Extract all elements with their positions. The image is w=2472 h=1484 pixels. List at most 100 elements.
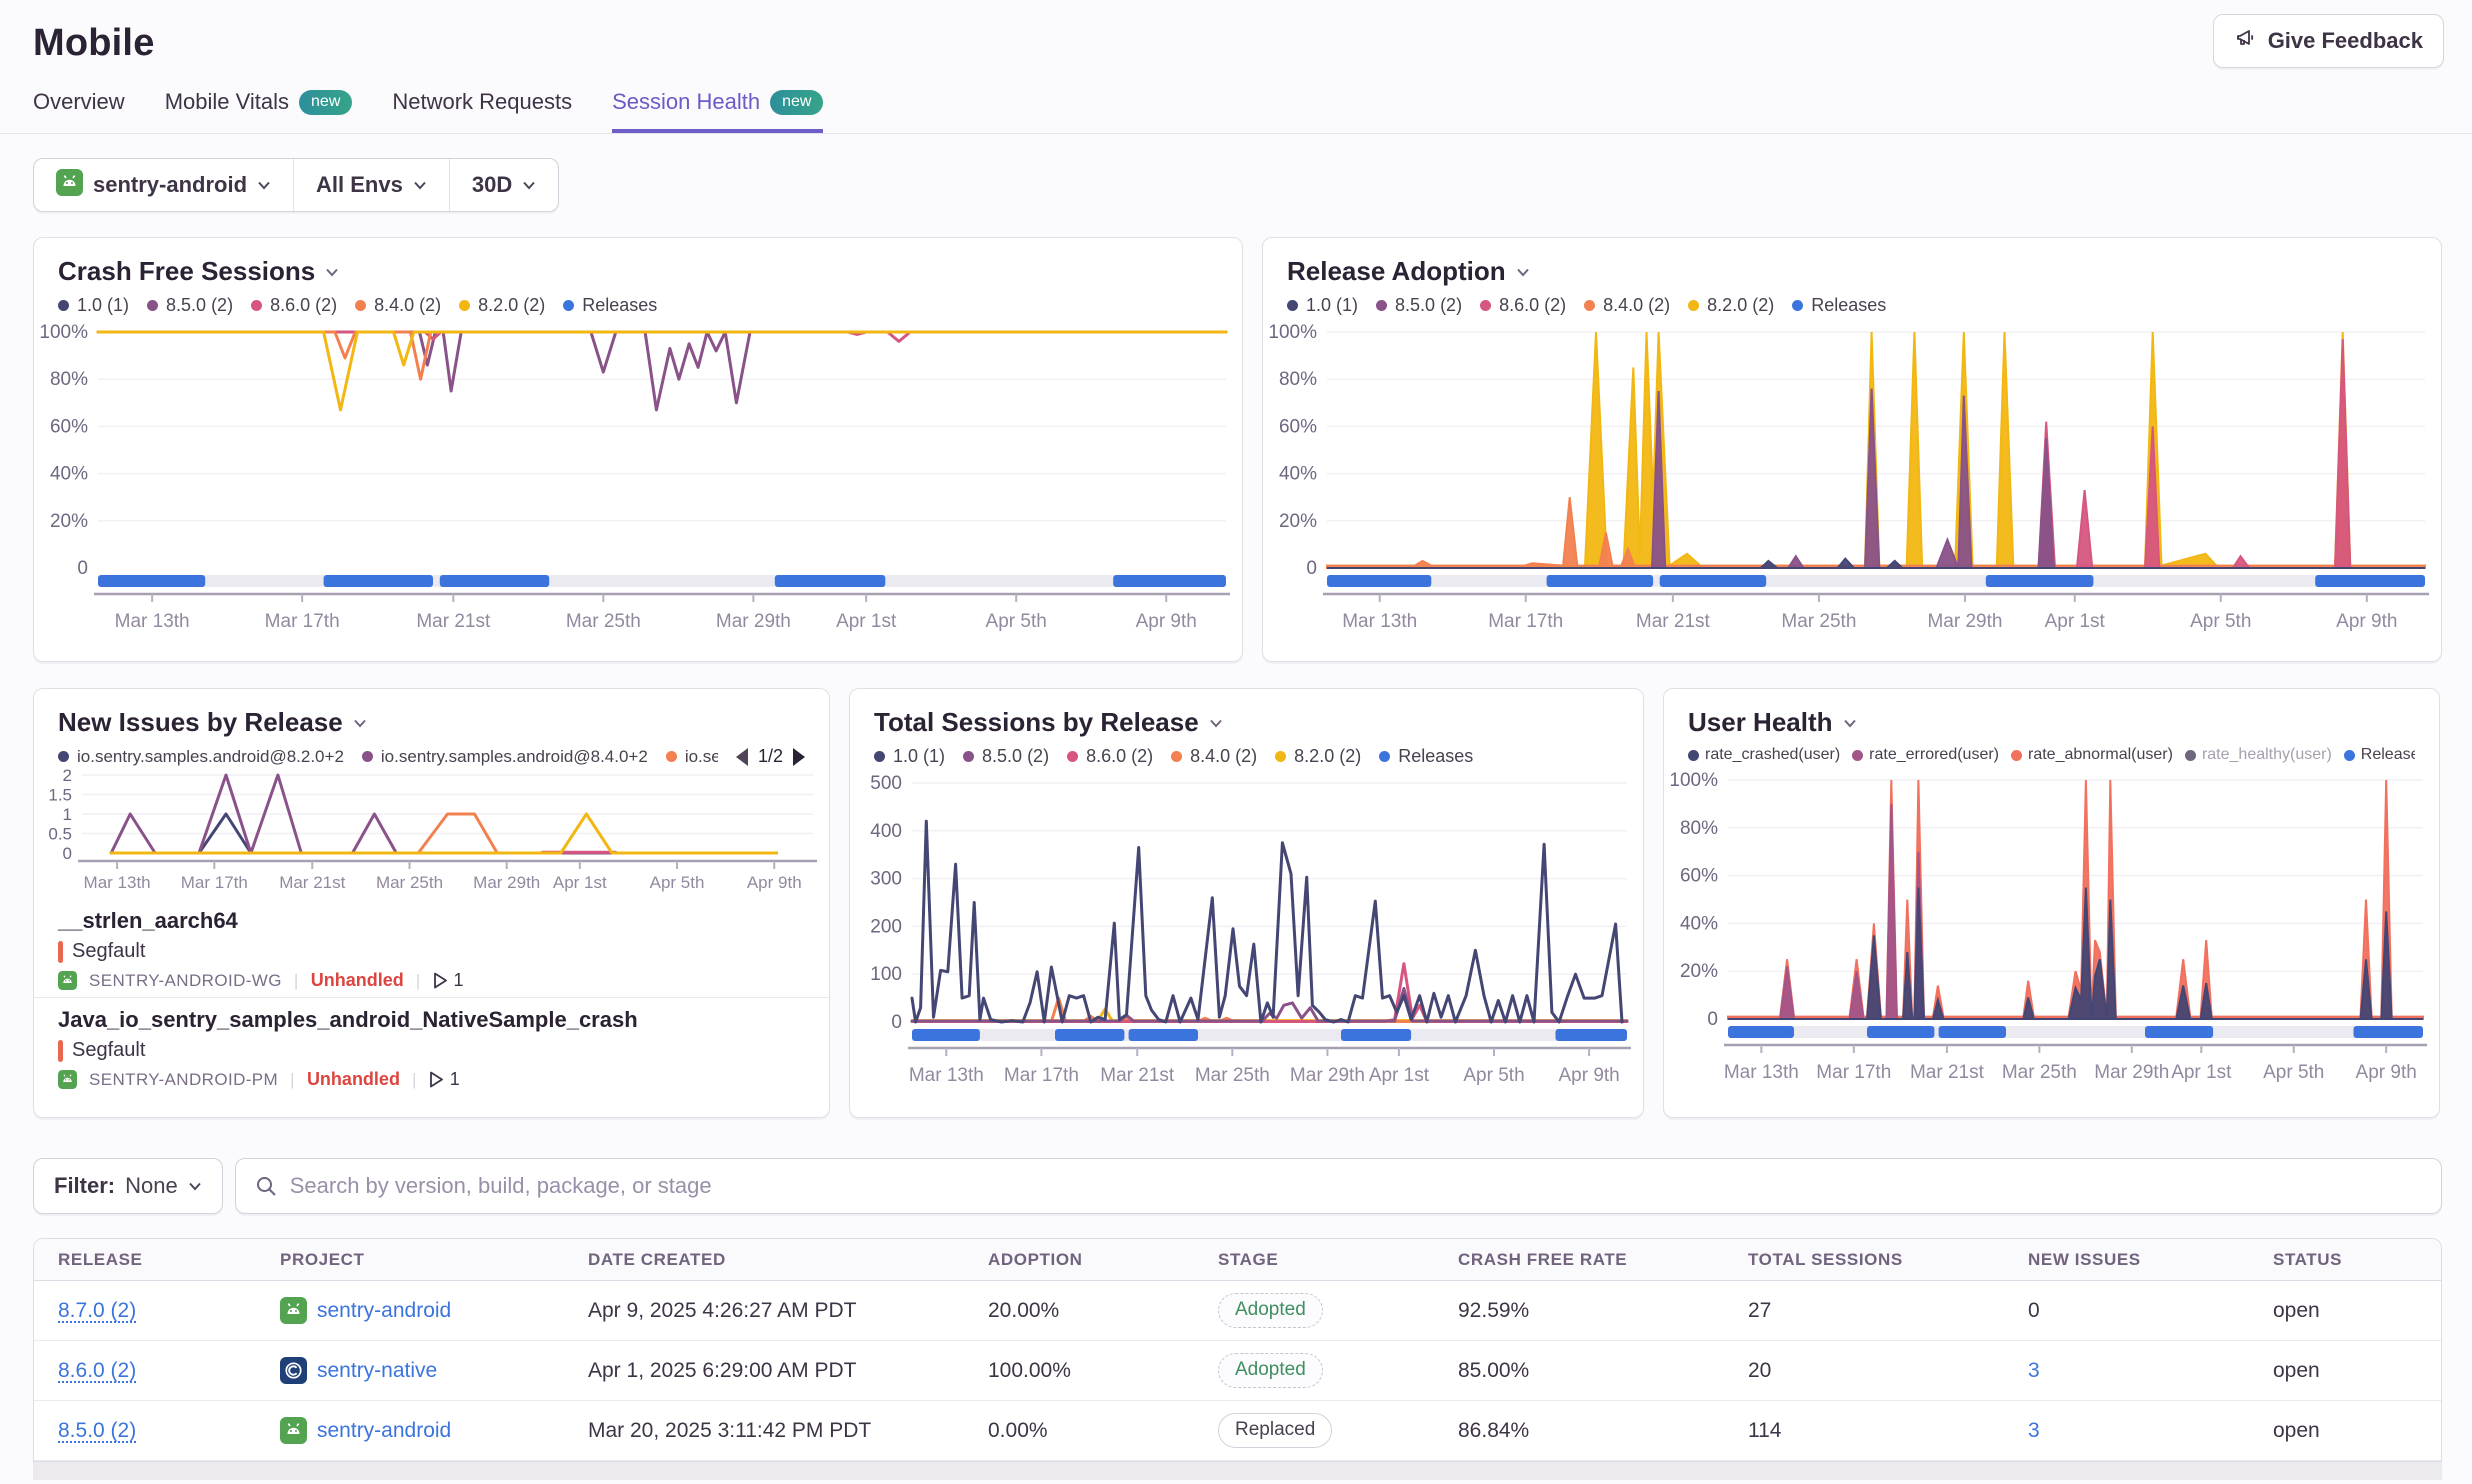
table-row[interactable]: 8.7.0 (2) sentry-android Apr 9, 2025 4:2…	[34, 1281, 2441, 1341]
legend-dot-icon	[1852, 750, 1863, 761]
release-version-link[interactable]: 8.6.0 (2)	[58, 1359, 136, 1383]
legend-item[interactable]: Releases	[1792, 295, 1886, 316]
release-version-link[interactable]: 8.5.0 (2)	[58, 1419, 136, 1443]
svg-text:Mar 13th: Mar 13th	[84, 873, 151, 892]
legend-item[interactable]: Releases	[1379, 746, 1473, 767]
legend-dot-icon	[1376, 300, 1387, 311]
legend-item[interactable]: rate_healthy(user)	[2185, 746, 2332, 764]
environment-selector[interactable]: All Envs	[293, 159, 449, 211]
legend-item[interactable]: 1.0 (1)	[1287, 295, 1358, 316]
table-column-header[interactable]: STATUS	[2249, 1250, 2441, 1270]
legend-item[interactable]: io.sentry.samples.android@8.2.0+2	[58, 747, 344, 767]
chevron-down-icon[interactable]	[1843, 716, 1857, 730]
status-cell: open	[2249, 1359, 2441, 1383]
new-issues-cell[interactable]: 3	[2028, 1419, 2040, 1443]
legend-item[interactable]: rate_errored(user)	[1852, 746, 1999, 764]
svg-text:40%: 40%	[50, 464, 88, 485]
chevron-down-icon[interactable]	[1516, 265, 1530, 279]
new-issues-chart[interactable]: 21.510.50Mar 13thMar 17thMar 21stMar 25t…	[34, 767, 829, 899]
table-body: 8.7.0 (2) sentry-android Apr 9, 2025 4:2…	[34, 1281, 2441, 1461]
user-health-panel: User Health rate_crashed(user) rate_erro…	[1663, 688, 2440, 1118]
stage-badge: Adopted	[1218, 1353, 1323, 1388]
release-search[interactable]	[235, 1158, 2442, 1214]
release-version-link[interactable]: 8.7.0 (2)	[58, 1299, 136, 1323]
project-link[interactable]: sentry-native	[317, 1359, 437, 1383]
legend-item[interactable]: 8.4.0 (2)	[355, 295, 441, 316]
svg-text:20%: 20%	[1680, 961, 1718, 982]
date-range-selector[interactable]: 30D	[449, 159, 558, 211]
chevron-down-icon[interactable]	[1209, 716, 1223, 730]
legend-item[interactable]: Releases	[2344, 746, 2415, 764]
legend-item[interactable]: 8.5.0 (2)	[1376, 295, 1462, 316]
svg-text:2: 2	[63, 767, 72, 785]
table-header-row: RELEASEPROJECTDATE CREATEDADOPTIONSTAGEC…	[34, 1239, 2441, 1281]
legend-item[interactable]: 8.2.0 (2)	[1688, 295, 1774, 316]
project-link[interactable]: sentry-android	[317, 1419, 451, 1443]
tab[interactable]: Mobile Vitals new	[165, 89, 353, 133]
legend-item[interactable]: 8.5.0 (2)	[147, 295, 233, 316]
legend-item[interactable]: 8.5.0 (2)	[963, 746, 1049, 767]
table-row[interactable]: 8.6.0 (2) sentry-native Apr 1, 2025 6:29…	[34, 1341, 2441, 1401]
legend-item[interactable]: rate_crashed(user)	[1688, 746, 1840, 764]
table-column-header[interactable]: DATE CREATED	[564, 1250, 964, 1270]
tab[interactable]: Overview	[33, 89, 125, 133]
table-column-header[interactable]: STAGE	[1194, 1250, 1434, 1270]
project-selector[interactable]: sentry-android	[34, 159, 293, 211]
legend-dot-icon	[362, 751, 373, 762]
table-column-header[interactable]: RELEASE	[34, 1250, 256, 1270]
filter-dropdown[interactable]: Filter: None	[33, 1158, 223, 1214]
tab[interactable]: Session Health new	[612, 89, 823, 133]
legend-item[interactable]: 1.0 (1)	[874, 746, 945, 767]
date-created-cell: Apr 1, 2025 6:29:00 AM PDT	[564, 1359, 964, 1383]
search-input[interactable]	[290, 1173, 2423, 1199]
legend-item[interactable]: io.sentry.samp	[666, 747, 718, 767]
project-link[interactable]: sentry-android	[317, 1299, 451, 1323]
table-column-header[interactable]: CRASH FREE RATE	[1434, 1250, 1724, 1270]
issue-item[interactable]: Java_io_sentry_samples_android_NativeSam…	[34, 997, 829, 1096]
table-column-header[interactable]: NEW ISSUES	[2004, 1250, 2249, 1270]
legend-item[interactable]: Releases	[563, 295, 657, 316]
new-issues-cell[interactable]: 3	[2028, 1359, 2040, 1383]
issue-item[interactable]: __strlen_aarch64 Segfault SENTRY-ANDROID…	[34, 899, 829, 997]
legend-item[interactable]: 8.2.0 (2)	[459, 295, 545, 316]
table-column-header[interactable]: PROJECT	[256, 1250, 564, 1270]
svg-text:Mar 17th: Mar 17th	[181, 873, 248, 892]
tab[interactable]: Network Requests	[392, 89, 572, 133]
user-health-chart[interactable]: 100%80%60%40%20%0Mar 13thMar 17thMar 21s…	[1664, 764, 2439, 1097]
crash-free-rate-cell: 85.00%	[1434, 1359, 1724, 1383]
table-column-header[interactable]: ADOPTION	[964, 1250, 1194, 1270]
legend-item[interactable]: rate_abnormal(user)	[2011, 746, 2173, 764]
legend-label: 8.5.0 (2)	[982, 746, 1049, 767]
legend-item[interactable]: 8.4.0 (2)	[1584, 295, 1670, 316]
legend-item[interactable]: io.sentry.samples.android@8.4.0+2	[362, 747, 648, 767]
chevron-down-icon[interactable]	[353, 716, 367, 730]
legend-next-icon[interactable]	[793, 748, 805, 766]
table-row[interactable]: 8.5.0 (2) sentry-android Mar 20, 2025 3:…	[34, 1401, 2441, 1461]
issue-title[interactable]: Java_io_sentry_samples_android_NativeSam…	[58, 1007, 805, 1033]
new-badge: new	[299, 90, 352, 115]
svg-text:60%: 60%	[1279, 416, 1317, 437]
legend-item[interactable]: 8.6.0 (2)	[1067, 746, 1153, 767]
svg-text:0: 0	[1707, 1009, 1718, 1030]
crash-free-sessions-chart[interactable]: 100%80%60%40%20%0Mar 13thMar 17thMar 21s…	[34, 316, 1242, 646]
android-project-icon	[280, 1417, 307, 1444]
chevron-down-icon[interactable]	[325, 265, 339, 279]
legend-item[interactable]: 8.6.0 (2)	[1480, 295, 1566, 316]
legend-item[interactable]: 8.4.0 (2)	[1171, 746, 1257, 767]
legend-prev-icon[interactable]	[736, 748, 748, 766]
total-sessions-chart[interactable]: 5004003002001000Mar 13thMar 17thMar 21st…	[850, 767, 1643, 1100]
new-issues-cell[interactable]: 0	[2028, 1299, 2040, 1323]
page-filter-bar: sentry-android All Envs 30D	[33, 158, 559, 212]
legend-item[interactable]: 8.2.0 (2)	[1275, 746, 1361, 767]
legend-item[interactable]: 1.0 (1)	[58, 295, 129, 316]
svg-text:Mar 17th: Mar 17th	[1488, 611, 1563, 632]
tab-bar: Overview Mobile Vitals new Network Reque…	[0, 89, 2472, 134]
give-feedback-button[interactable]: Give Feedback	[2213, 14, 2444, 68]
svg-text:100%: 100%	[1268, 322, 1317, 343]
table-column-header[interactable]: TOTAL SESSIONS	[1724, 1250, 2004, 1270]
release-adoption-chart[interactable]: 100%80%60%40%20%0Mar 13thMar 17thMar 21s…	[1263, 316, 2441, 646]
android-project-icon	[58, 1070, 77, 1089]
legend-label: rate_errored(user)	[1869, 746, 1999, 764]
issue-title[interactable]: __strlen_aarch64	[58, 908, 805, 934]
legend-item[interactable]: 8.6.0 (2)	[251, 295, 337, 316]
